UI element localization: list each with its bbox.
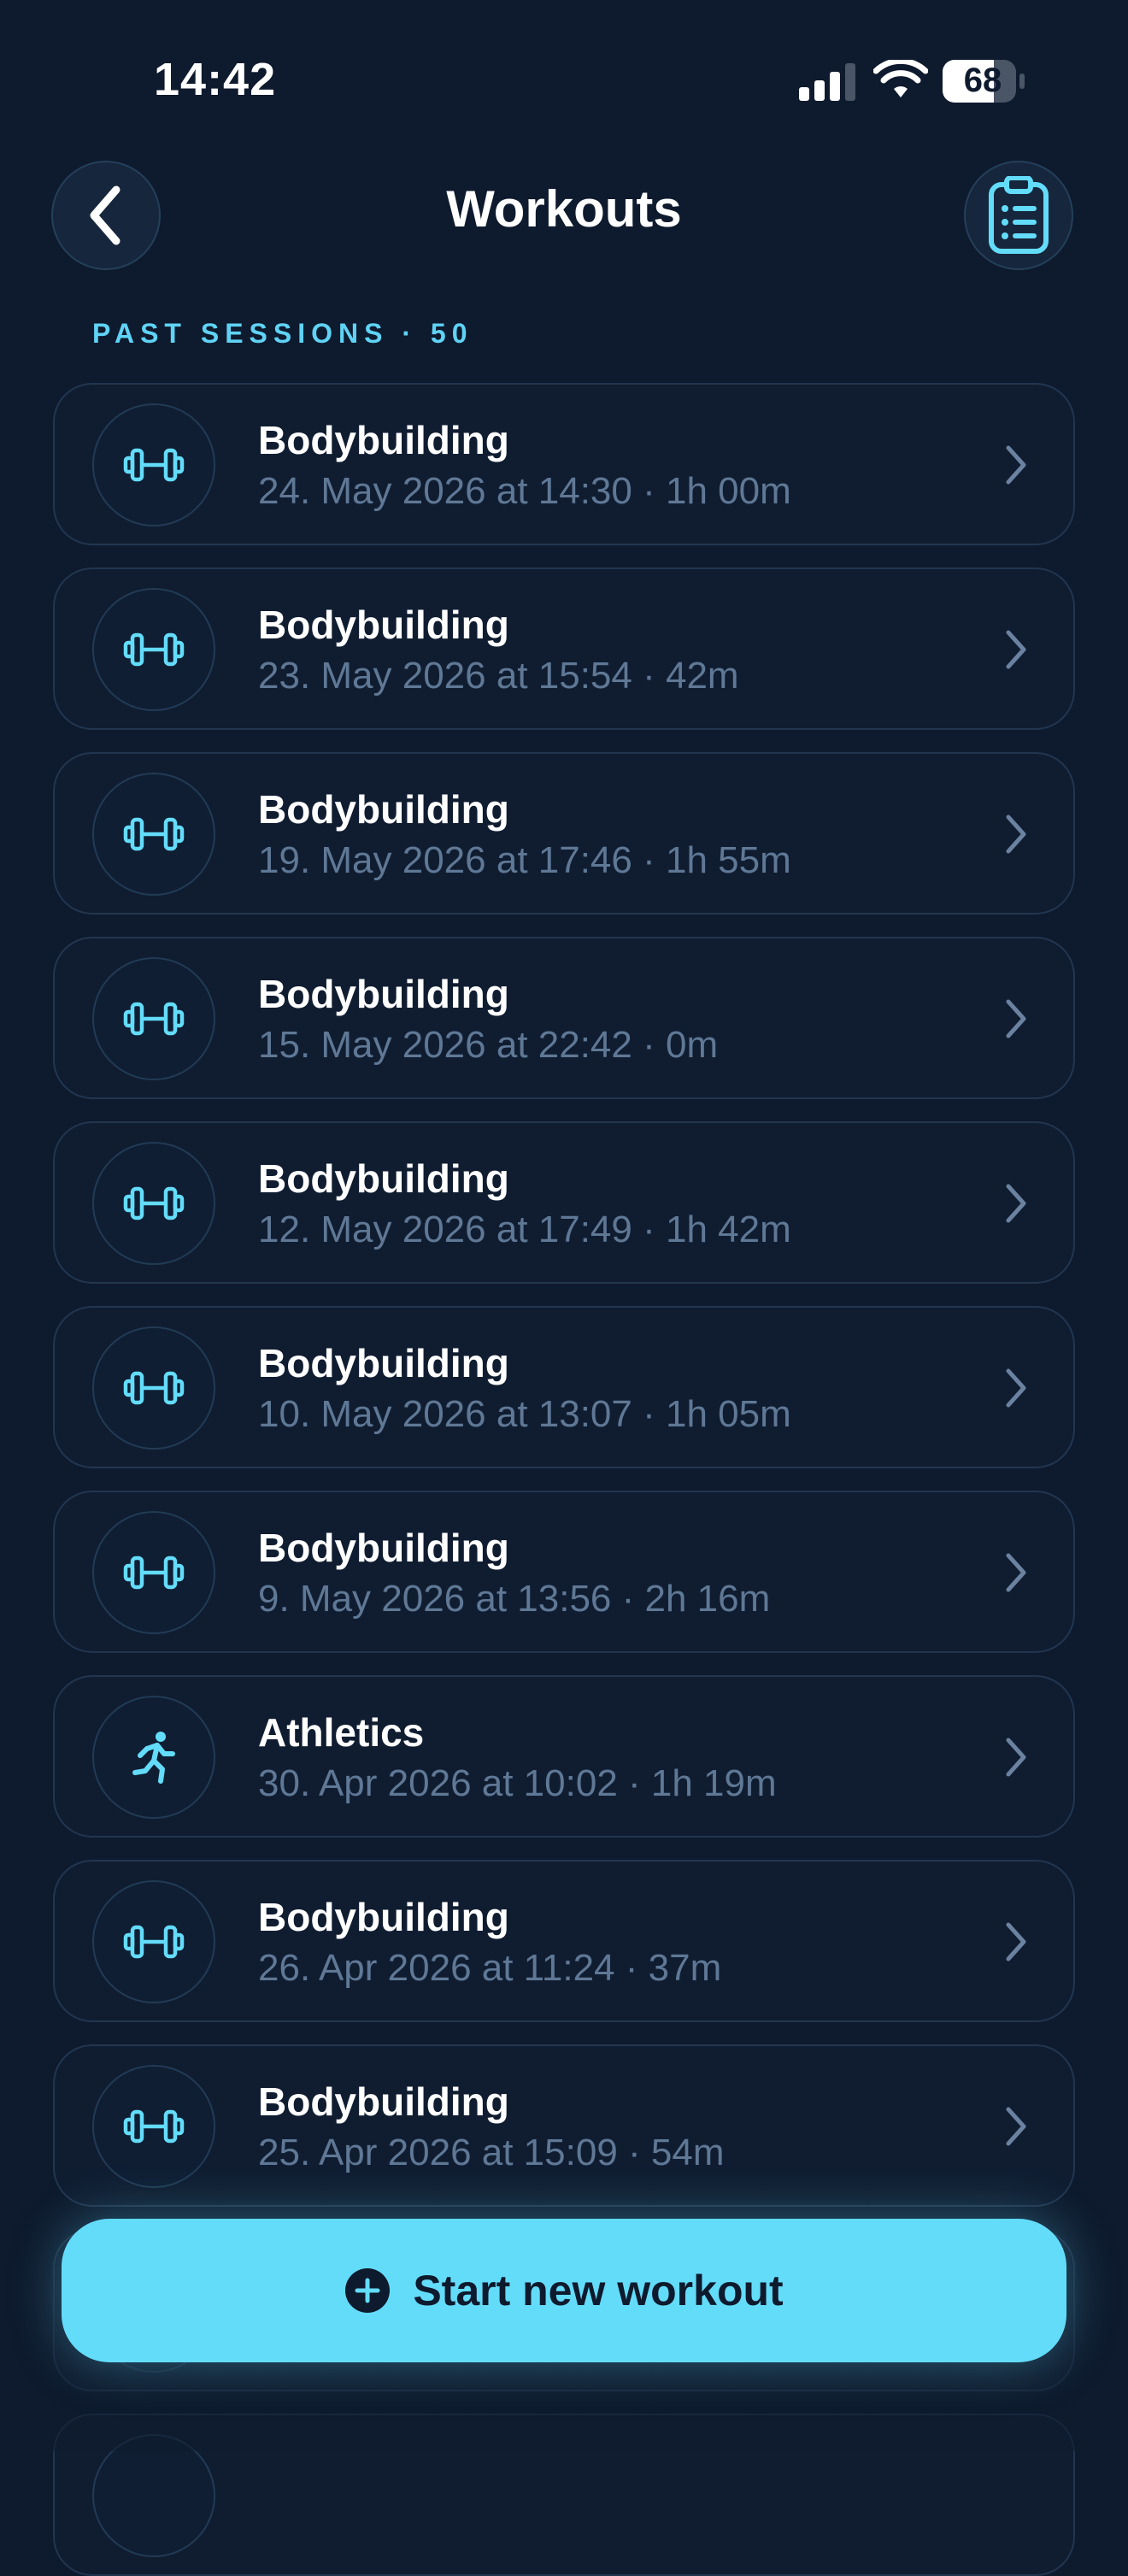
session-row[interactable]: Bodybuilding 25. Apr 2026 at 15:09 · 54m: [53, 2044, 1075, 2207]
session-type: Bodybuilding: [258, 972, 509, 1016]
session-icon-badge: [92, 1696, 215, 1819]
chevron-right-icon: [1003, 1183, 1029, 1228]
dumbbell-icon: [123, 1368, 185, 1408]
chevron-right-icon: [1003, 814, 1029, 859]
chevron-right-icon: [1003, 998, 1029, 1044]
session-icon-badge: [92, 1880, 215, 2003]
session-detail: 24. May 2026 at 14:30 · 1h 00m: [258, 470, 791, 512]
session-icon-badge: [92, 588, 215, 711]
session-icon-badge: [92, 957, 215, 1080]
session-detail: 30. Apr 2026 at 10:02 · 1h 19m: [258, 1762, 777, 1804]
dumbbell-icon: [123, 999, 185, 1038]
session-icon-badge: [92, 403, 215, 526]
dumbbell-icon: [123, 1553, 185, 1592]
dumbbell-icon: [123, 1922, 185, 1961]
session-row[interactable]: Bodybuilding 12. May 2026 at 17:49 · 1h …: [53, 1121, 1075, 1284]
wifi-icon: [873, 60, 928, 97]
dumbbell-icon: [123, 815, 185, 854]
session-type: Bodybuilding: [258, 2079, 509, 2124]
section-label: PAST SESSIONS · 50: [92, 318, 473, 349]
session-row[interactable]: Bodybuilding 26. Apr 2026 at 11:24 · 37m: [53, 1860, 1075, 2022]
chevron-right-icon: [1003, 444, 1029, 490]
battery-level: 68: [963, 62, 1002, 99]
session-icon-badge: [92, 1326, 215, 1450]
start-new-workout-button[interactable]: Start new workout: [62, 2219, 1066, 2362]
session-icon-badge: [92, 2434, 215, 2557]
chevron-right-icon: [1003, 1737, 1029, 1782]
dumbbell-icon: [123, 1184, 185, 1223]
session-detail: 12. May 2026 at 17:49 · 1h 42m: [258, 1209, 791, 1250]
session-type: Bodybuilding: [258, 418, 509, 462]
cellular-signal-icon: [799, 63, 855, 101]
status-time: 14:42: [154, 54, 277, 105]
session-row[interactable]: Bodybuilding 15. May 2026 at 22:42 · 0m: [53, 937, 1075, 1099]
chevron-right-icon: [1003, 1367, 1029, 1413]
workout-plans-button[interactable]: [964, 161, 1073, 270]
session-type: Bodybuilding: [258, 1341, 509, 1385]
start-new-workout-label: Start new workout: [413, 2267, 784, 2314]
chevron-right-icon: [1003, 1552, 1029, 1597]
plus-circle-icon: [345, 2268, 391, 2313]
session-icon-badge: [92, 2065, 215, 2188]
chevron-right-icon: [1003, 629, 1029, 674]
session-detail: 23. May 2026 at 15:54 · 42m: [258, 655, 739, 697]
session-row[interactable]: Athletics 30. Apr 2026 at 10:02 · 1h 19m: [53, 1675, 1075, 1838]
status-bar: 14:42 68: [0, 0, 1128, 154]
session-type: Bodybuilding: [258, 603, 509, 647]
session-row[interactable]: Bodybuilding 19. May 2026 at 17:46 · 1h …: [53, 752, 1075, 915]
session-row[interactable]: Bodybuilding 23. May 2026 at 15:54 · 42m: [53, 568, 1075, 730]
session-detail: 15. May 2026 at 22:42 · 0m: [258, 1024, 719, 1066]
chevron-right-icon: [1003, 2106, 1029, 2151]
session-type: Bodybuilding: [258, 1526, 509, 1570]
dumbbell-icon: [123, 445, 185, 485]
session-type: Athletics: [258, 1710, 425, 1755]
clipboard-list-icon: [989, 176, 1049, 254]
running-icon: [128, 1730, 179, 1785]
session-type: Bodybuilding: [258, 787, 509, 832]
dumbbell-icon: [123, 630, 185, 669]
session-type: Bodybuilding: [258, 1156, 509, 1201]
session-detail: 9. May 2026 at 13:56 · 2h 16m: [258, 1578, 771, 1620]
dumbbell-icon: [123, 2107, 185, 2146]
session-icon-badge: [92, 1142, 215, 1265]
session-detail: 25. Apr 2026 at 15:09 · 54m: [258, 2132, 725, 2173]
session-detail: 19. May 2026 at 17:46 · 1h 55m: [258, 839, 791, 881]
session-row[interactable]: Bodybuilding 24. May 2026 at 14:30 · 1h …: [53, 383, 1075, 545]
session-detail: 10. May 2026 at 13:07 · 1h 05m: [258, 1393, 791, 1435]
session-detail: 26. Apr 2026 at 11:24 · 37m: [258, 1947, 722, 1989]
session-row[interactable]: Bodybuilding 9. May 2026 at 13:56 · 2h 1…: [53, 1491, 1075, 1653]
session-icon-badge: [92, 773, 215, 896]
session-icon-badge: [92, 1511, 215, 1634]
session-row[interactable]: Bodybuilding 10. May 2026 at 13:07 · 1h …: [53, 1306, 1075, 1468]
chevron-right-icon: [1003, 1921, 1029, 1967]
session-type: Bodybuilding: [258, 1895, 509, 1939]
page-title: Workouts: [446, 180, 682, 238]
